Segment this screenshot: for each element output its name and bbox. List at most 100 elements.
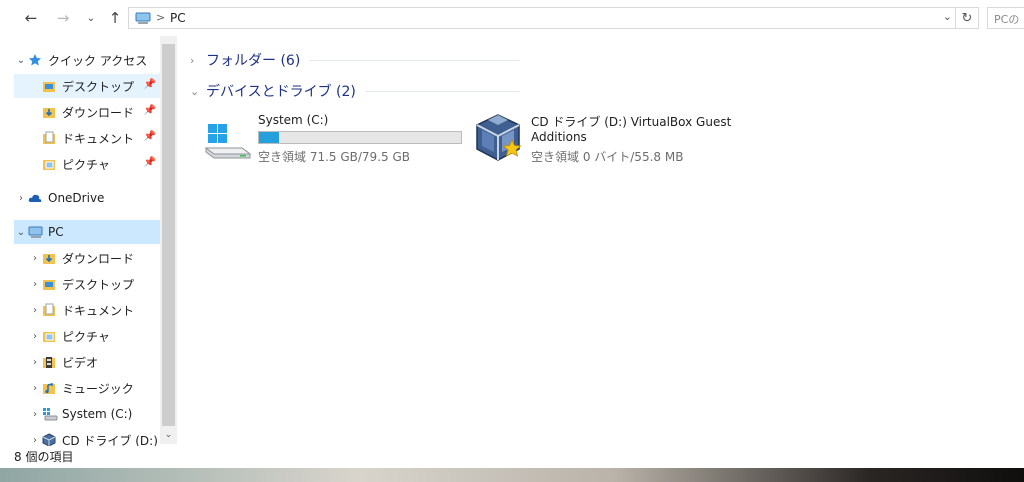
- pictures-folder-icon: [42, 157, 56, 171]
- up-arrow-icon: ↑: [108, 9, 122, 27]
- explorer-window: ← → ⌄ ↑ > PC ⌄ ↻ PCの ⌄ クイック アクセス デスクトップ …: [0, 0, 1024, 468]
- tree-item-pc-music[interactable]: › ミュージック: [14, 376, 160, 400]
- chevron-expanded-icon[interactable]: ⌄: [14, 55, 28, 66]
- group-title-devices: デバイスとドライブ (2): [206, 84, 356, 100]
- chevron-right-icon[interactable]: ›: [28, 305, 42, 316]
- drive-usage-bar: [258, 131, 462, 144]
- chevron-right-icon[interactable]: ›: [28, 279, 42, 290]
- downloads-folder-icon: [42, 251, 56, 265]
- group-folders[interactable]: › フォルダー (6): [190, 49, 520, 71]
- music-folder-icon: [42, 381, 56, 395]
- pin-icon[interactable]: 📌: [144, 131, 156, 142]
- pictures-folder-icon: [42, 329, 56, 343]
- up-button[interactable]: ↑: [104, 8, 126, 28]
- drive-free-space: 空き領域 0 バイト/55.8 MB: [531, 150, 684, 164]
- tree-label: ドキュメント: [62, 303, 135, 318]
- chevron-right-icon[interactable]: ›: [28, 357, 42, 368]
- desktop-folder-icon: [42, 79, 56, 93]
- navigation-pane: ⌄ クイック アクセス デスクトップ 📌 ダウンロード 📌 ドキュメント 📌 ピ…: [14, 36, 176, 446]
- windows-drive-icon: [202, 120, 254, 165]
- star-icon: [28, 53, 42, 67]
- breadcrumb-separator-icon: >: [156, 11, 166, 24]
- drive-name-line1: CD ドライブ (D:) VirtualBox Guest: [531, 115, 732, 129]
- group-divider: [310, 59, 520, 61]
- tree-label: デスクトップ: [62, 277, 135, 292]
- navigation-bar: ← → ⌄ ↑ > PC ⌄ ↻ PCの: [0, 0, 1024, 36]
- tree-item-quick-desktop[interactable]: デスクトップ 📌: [14, 74, 160, 98]
- pc-icon: [135, 12, 151, 28]
- tree-item-pc-system-drive[interactable]: › System (C:): [14, 402, 160, 426]
- chevron-down-icon[interactable]: ⌄: [190, 85, 206, 98]
- tree-label: CD ドライブ (D:) V: [62, 433, 160, 447]
- content-pane: › フォルダー (6) ⌄ デバイスとドライブ (2) System (C:) …: [180, 40, 1024, 460]
- chevron-right-icon[interactable]: ›: [190, 54, 206, 67]
- group-title-folders: フォルダー (6): [206, 53, 301, 69]
- tree-label: ダウンロード: [62, 251, 135, 266]
- chevron-expanded-icon[interactable]: ⌄: [14, 227, 28, 238]
- back-button[interactable]: ←: [20, 8, 42, 28]
- tree-label: PC: [48, 225, 64, 239]
- tree-label: クイック アクセス: [48, 53, 148, 68]
- navigation-scrollbar[interactable]: ⌄: [160, 36, 177, 444]
- tree-item-quick-access[interactable]: ⌄ クイック アクセス: [14, 48, 160, 72]
- search-placeholder: PCの: [994, 13, 1020, 26]
- chevron-right-icon[interactable]: ›: [14, 193, 28, 204]
- chevron-right-icon[interactable]: ›: [28, 409, 42, 420]
- forward-arrow-icon: →: [56, 9, 70, 27]
- scrollbar-thumb[interactable]: [162, 44, 175, 426]
- windows-drive-icon: [42, 407, 58, 421]
- tree-label: ピクチャ: [62, 157, 110, 172]
- chevron-right-icon[interactable]: ›: [28, 331, 42, 342]
- documents-folder-icon: [42, 131, 56, 145]
- tree-label: ミュージック: [62, 381, 134, 396]
- desktop-folder-icon: [42, 277, 56, 291]
- item-count: 8 個の項目: [14, 450, 74, 464]
- tree-label: ピクチャ: [62, 329, 110, 344]
- chevron-right-icon[interactable]: ›: [28, 383, 42, 394]
- forward-button[interactable]: →: [52, 8, 74, 28]
- drive-free-space: 空き領域 71.5 GB/79.5 GB: [258, 150, 410, 164]
- tree-item-onedrive[interactable]: › OneDrive: [14, 186, 160, 210]
- breadcrumb-pc[interactable]: PC: [170, 11, 186, 25]
- group-devices[interactable]: ⌄ デバイスとドライブ (2): [190, 80, 520, 102]
- tree-item-pc-documents[interactable]: › ドキュメント: [14, 298, 160, 322]
- tree-item-pc-downloads[interactable]: › ダウンロード: [14, 246, 160, 270]
- tree-label: OneDrive: [48, 191, 105, 205]
- downloads-folder-icon: [42, 105, 56, 119]
- tree-label: System (C:): [62, 407, 133, 421]
- virtualbox-cd-icon: [42, 433, 56, 446]
- scroll-down-icon[interactable]: ⌄: [160, 430, 177, 444]
- tree-item-quick-downloads[interactable]: ダウンロード 📌: [14, 100, 160, 124]
- address-bar[interactable]: > PC ⌄ ↻: [128, 7, 979, 29]
- tree-item-pc-desktop[interactable]: › デスクトップ: [14, 272, 160, 296]
- group-divider: [365, 90, 520, 92]
- tree-item-pc-cd-drive[interactable]: › CD ドライブ (D:) V: [14, 428, 160, 446]
- tree-item-quick-pictures[interactable]: ピクチャ 📌: [14, 152, 160, 176]
- pin-icon[interactable]: 📌: [144, 79, 156, 90]
- drive-name: System (C:): [258, 113, 329, 127]
- recent-locations-button[interactable]: ⌄: [80, 8, 102, 28]
- tree-item-pc-pictures[interactable]: › ピクチャ: [14, 324, 160, 348]
- videos-folder-icon: [42, 355, 56, 369]
- pin-icon[interactable]: 📌: [144, 157, 156, 168]
- pin-icon[interactable]: 📌: [144, 105, 156, 116]
- chevron-down-icon: ⌄: [86, 12, 96, 24]
- tree-item-quick-documents[interactable]: ドキュメント 📌: [14, 126, 160, 150]
- refresh-button[interactable]: ↻: [955, 8, 978, 28]
- drive-system-c[interactable]: System (C:) 空き領域 71.5 GB/79.5 GB: [200, 110, 470, 170]
- drive-cd-d[interactable]: CD ドライブ (D:) VirtualBox Guest Additions …: [472, 110, 752, 170]
- tree-item-pc[interactable]: ⌄ PC: [14, 220, 160, 244]
- virtualbox-cd-icon: [474, 112, 524, 167]
- back-arrow-icon: ←: [24, 9, 38, 27]
- pc-icon: [28, 225, 43, 239]
- tree-label: デスクトップ: [62, 79, 135, 94]
- address-dropdown-icon[interactable]: ⌄: [943, 10, 952, 23]
- chevron-right-icon[interactable]: ›: [28, 435, 42, 446]
- documents-folder-icon: [42, 303, 56, 317]
- search-box[interactable]: PCの: [987, 7, 1024, 29]
- tree-label: ダウンロード: [62, 105, 135, 120]
- refresh-icon: ↻: [961, 10, 973, 26]
- drive-name-line2: Additions: [531, 130, 587, 144]
- tree-item-pc-videos[interactable]: › ビデオ: [14, 350, 160, 374]
- chevron-right-icon[interactable]: ›: [28, 253, 42, 264]
